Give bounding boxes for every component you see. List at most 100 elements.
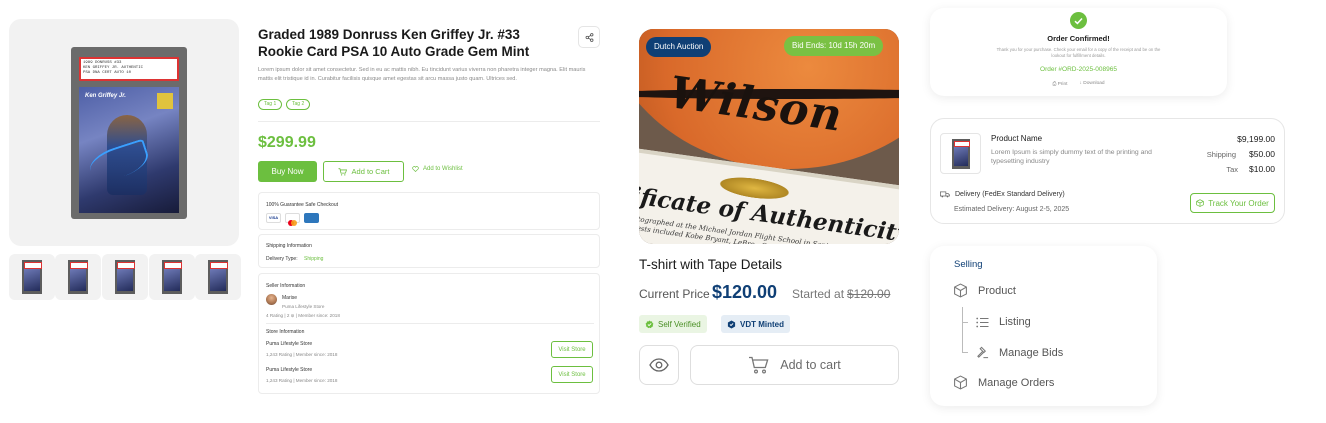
auction-add-to-cart-button[interactable]: Add to cart (690, 345, 899, 385)
vdt-minted-label: VDT Minted (740, 319, 784, 329)
vdt-hex-icon (727, 319, 736, 329)
download-icon: ↓ (1079, 81, 1082, 86)
nav-item-manage-bids-label: Manage Bids (999, 346, 1064, 359)
store-meta: 1,243 Rating | Member since: 2018 (266, 352, 338, 357)
order-confirmed-text: Thank you for your purchase. Check your … (996, 47, 1161, 58)
safe-checkout-box: 100% Guarantee Safe Checkout VISA (258, 192, 600, 230)
truck-icon (940, 191, 950, 198)
auction-title[interactable]: T-shirt with Tape Details (639, 257, 782, 272)
summary-product-description: Lorem Ipsum is simply dummy text of the … (991, 149, 1152, 165)
order-number: Order #ORD-2025-008965 (1040, 66, 1117, 73)
nav-item-manage-orders-label: Manage Orders (978, 376, 1055, 389)
eye-icon (649, 358, 669, 372)
vdt-minted-chip: VDT Minted (721, 315, 790, 333)
order-actions: ⎙ Print ↓ Download (930, 81, 1227, 87)
visa-icon: VISA (266, 213, 281, 223)
thumbnail-5[interactable] (195, 254, 241, 300)
cart-icon (749, 356, 769, 374)
start-price-value: $120.00 (847, 287, 891, 301)
nav-item-manage-bids[interactable]: Manage Bids (976, 346, 1063, 359)
bid-end-badge: Bid Ends: 10d 15h 20m (784, 36, 884, 56)
add-to-wishlist-link[interactable]: Add to Wishlist (412, 166, 463, 172)
self-verified-chip: Self Verified (639, 315, 707, 333)
auction-image[interactable]: Wilson ificate of Authenticity autograph… (639, 29, 899, 244)
seller-store: Puma Lifestyle Store (282, 304, 325, 309)
delivery-method-label: Delivery (FedEx Standard Delivery) (955, 191, 1065, 198)
current-price-value: $120.00 (712, 282, 778, 302)
thumbnail-2[interactable] (55, 254, 101, 300)
card-artwork: Ken Griffey Jr. (79, 87, 179, 213)
buy-now-button[interactable]: Buy Now (258, 161, 317, 182)
wishlist-label: Add to Wishlist (423, 166, 463, 172)
tag-chip[interactable]: Tag 2 (286, 99, 311, 110)
visit-store-button[interactable]: Visit Store (551, 341, 593, 358)
psa-slab-image: 1989 DONRUSS #33 KEN GRIFFEY JR. AUTHENT… (71, 47, 187, 219)
seller-info-title: Seller Information (266, 283, 306, 289)
add-to-cart-label: Add to Cart (351, 167, 390, 176)
selling-heading: Selling (954, 259, 983, 270)
divider (266, 323, 594, 324)
box-icon (954, 283, 967, 298)
gavel-icon (977, 346, 989, 359)
store-name: Puma Lifestyle Store (266, 367, 313, 373)
cart-icon (338, 167, 347, 176)
psa-label: 1989 DONRUSS #33 KEN GRIFFEY JR. AUTHENT… (79, 57, 179, 81)
order-confirmed-title: Order Confirmed! (1047, 34, 1110, 43)
amex-icon (304, 213, 319, 223)
print-link[interactable]: ⎙ Print (1052, 81, 1067, 87)
share-icon (585, 32, 593, 42)
delivery-method: Delivery (FedEx Standard Delivery) (940, 191, 1065, 198)
nav-item-listing-label: Listing (999, 316, 1031, 328)
store-name: Puma Lifestyle Store (266, 341, 313, 347)
box-icon (954, 375, 967, 390)
shipping-label: Shipping (1206, 150, 1236, 159)
thumbnail-4[interactable] (149, 254, 195, 300)
thumbnail-3[interactable] (102, 254, 148, 300)
share-button[interactable] (578, 26, 600, 48)
self-verified-label: Self Verified (658, 319, 701, 329)
nav-item-manage-orders[interactable]: Manage Orders (953, 375, 1054, 390)
rated-rookie-badge (157, 93, 173, 109)
store-meta: 1,243 Rating | Member since: 2018 (266, 378, 338, 383)
seller-name[interactable]: Marise (282, 295, 297, 301)
print-label: Print (1057, 82, 1068, 87)
product-title: Graded 1989 Donruss Ken Griffey Jr. #33 … (258, 27, 530, 59)
tax-label: Tax (1226, 165, 1238, 174)
tax-value: $10.00 (1249, 164, 1275, 174)
auction-add-to-cart-label: Add to cart (780, 358, 841, 372)
auction-type-badge: Dutch Auction (646, 37, 712, 57)
seller-meta: 4 Rating | 2 ⊚ | Member since: 2018 (266, 313, 340, 318)
verified-check-icon (645, 319, 654, 328)
psa-label-line: PSA DNA CERT AUTO 10 (83, 71, 132, 75)
summary-product-name: Product Name (991, 134, 1043, 143)
tag-chip[interactable]: Tag 1 (258, 99, 283, 110)
safe-checkout-title: 100% Guarantee Safe Checkout (266, 202, 338, 208)
summary-product-thumbnail (940, 133, 981, 174)
nav-item-product[interactable]: Product (953, 283, 1016, 298)
product-main-image[interactable]: 1989 DONRUSS #33 KEN GRIFFEY JR. AUTHENT… (9, 19, 239, 246)
success-check-icon (1070, 12, 1087, 29)
watch-button[interactable] (639, 345, 679, 385)
current-price-label: Current Price (639, 287, 710, 301)
delivery-type-label: Delivery Type: (266, 256, 298, 262)
delivery-type-value: Shipping (304, 256, 324, 262)
heart-icon (412, 166, 419, 172)
seller-info-box: Seller Information Marise Puma Lifestyle… (258, 273, 600, 394)
product-description: Lorem ipsum dolor sit amet consectetur. … (258, 67, 586, 82)
nav-item-listing[interactable]: Listing (976, 316, 1031, 328)
divider (258, 121, 600, 122)
shipping-info-box: Shipping Information Delivery Type: Ship… (258, 234, 600, 268)
seller-avatar[interactable] (266, 294, 277, 305)
summary-total: $9,199.00 (1237, 134, 1275, 144)
nav-item-product-label: Product (978, 284, 1016, 297)
visit-store-button[interactable]: Visit Store (551, 366, 593, 383)
shipping-value: $50.00 (1249, 149, 1275, 159)
add-to-cart-button[interactable]: Add to Cart (323, 161, 404, 182)
card-player-name: Ken Griffey Jr. (85, 93, 126, 99)
list-icon (976, 317, 989, 327)
download-link[interactable]: ↓ Download (1079, 81, 1104, 87)
track-order-button[interactable]: Track Your Order (1190, 193, 1275, 213)
tree-connector (962, 322, 968, 323)
print-icon: ⎙ (1052, 82, 1057, 87)
thumbnail-1[interactable] (9, 254, 55, 300)
